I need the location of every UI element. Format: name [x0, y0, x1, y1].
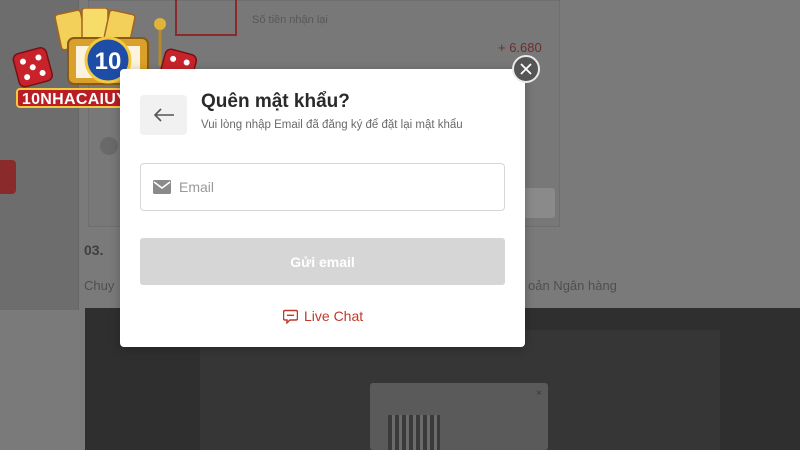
chat-bubble-icon [283, 309, 298, 324]
arrow-left-icon [153, 108, 174, 122]
background-row-label: Số tiền nhận lại [252, 14, 328, 26]
modal-subtitle: Vui lòng nhập Email đã đăng ký để đặt lạ… [201, 119, 463, 131]
send-email-button[interactable]: Gửi email [140, 238, 505, 285]
close-button[interactable] [512, 55, 540, 83]
email-input[interactable] [179, 164, 504, 210]
back-button[interactable] [140, 95, 187, 135]
email-field[interactable] [140, 163, 505, 211]
modal-title: Quên mật khẩu? [201, 91, 350, 112]
close-icon [520, 63, 532, 75]
background-radio [100, 137, 118, 155]
background-text-left: Chuy [84, 278, 115, 293]
background-qr-code [388, 415, 440, 450]
live-chat-link[interactable]: Live Chat [283, 308, 363, 324]
background-price: + 6.680 [498, 40, 542, 55]
background-text-right: oản Ngân hàng [528, 278, 617, 293]
background-mini-close-icon: × [536, 388, 542, 399]
background-red-tab [0, 160, 16, 194]
envelope-icon [153, 180, 171, 194]
background-heading: 03. [84, 242, 104, 258]
forgot-password-modal: Quên mật khẩu? Vui lòng nhập Email đã đă… [120, 69, 525, 347]
live-chat-label: Live Chat [304, 308, 364, 324]
logo-badge-number: 10 [95, 48, 122, 75]
